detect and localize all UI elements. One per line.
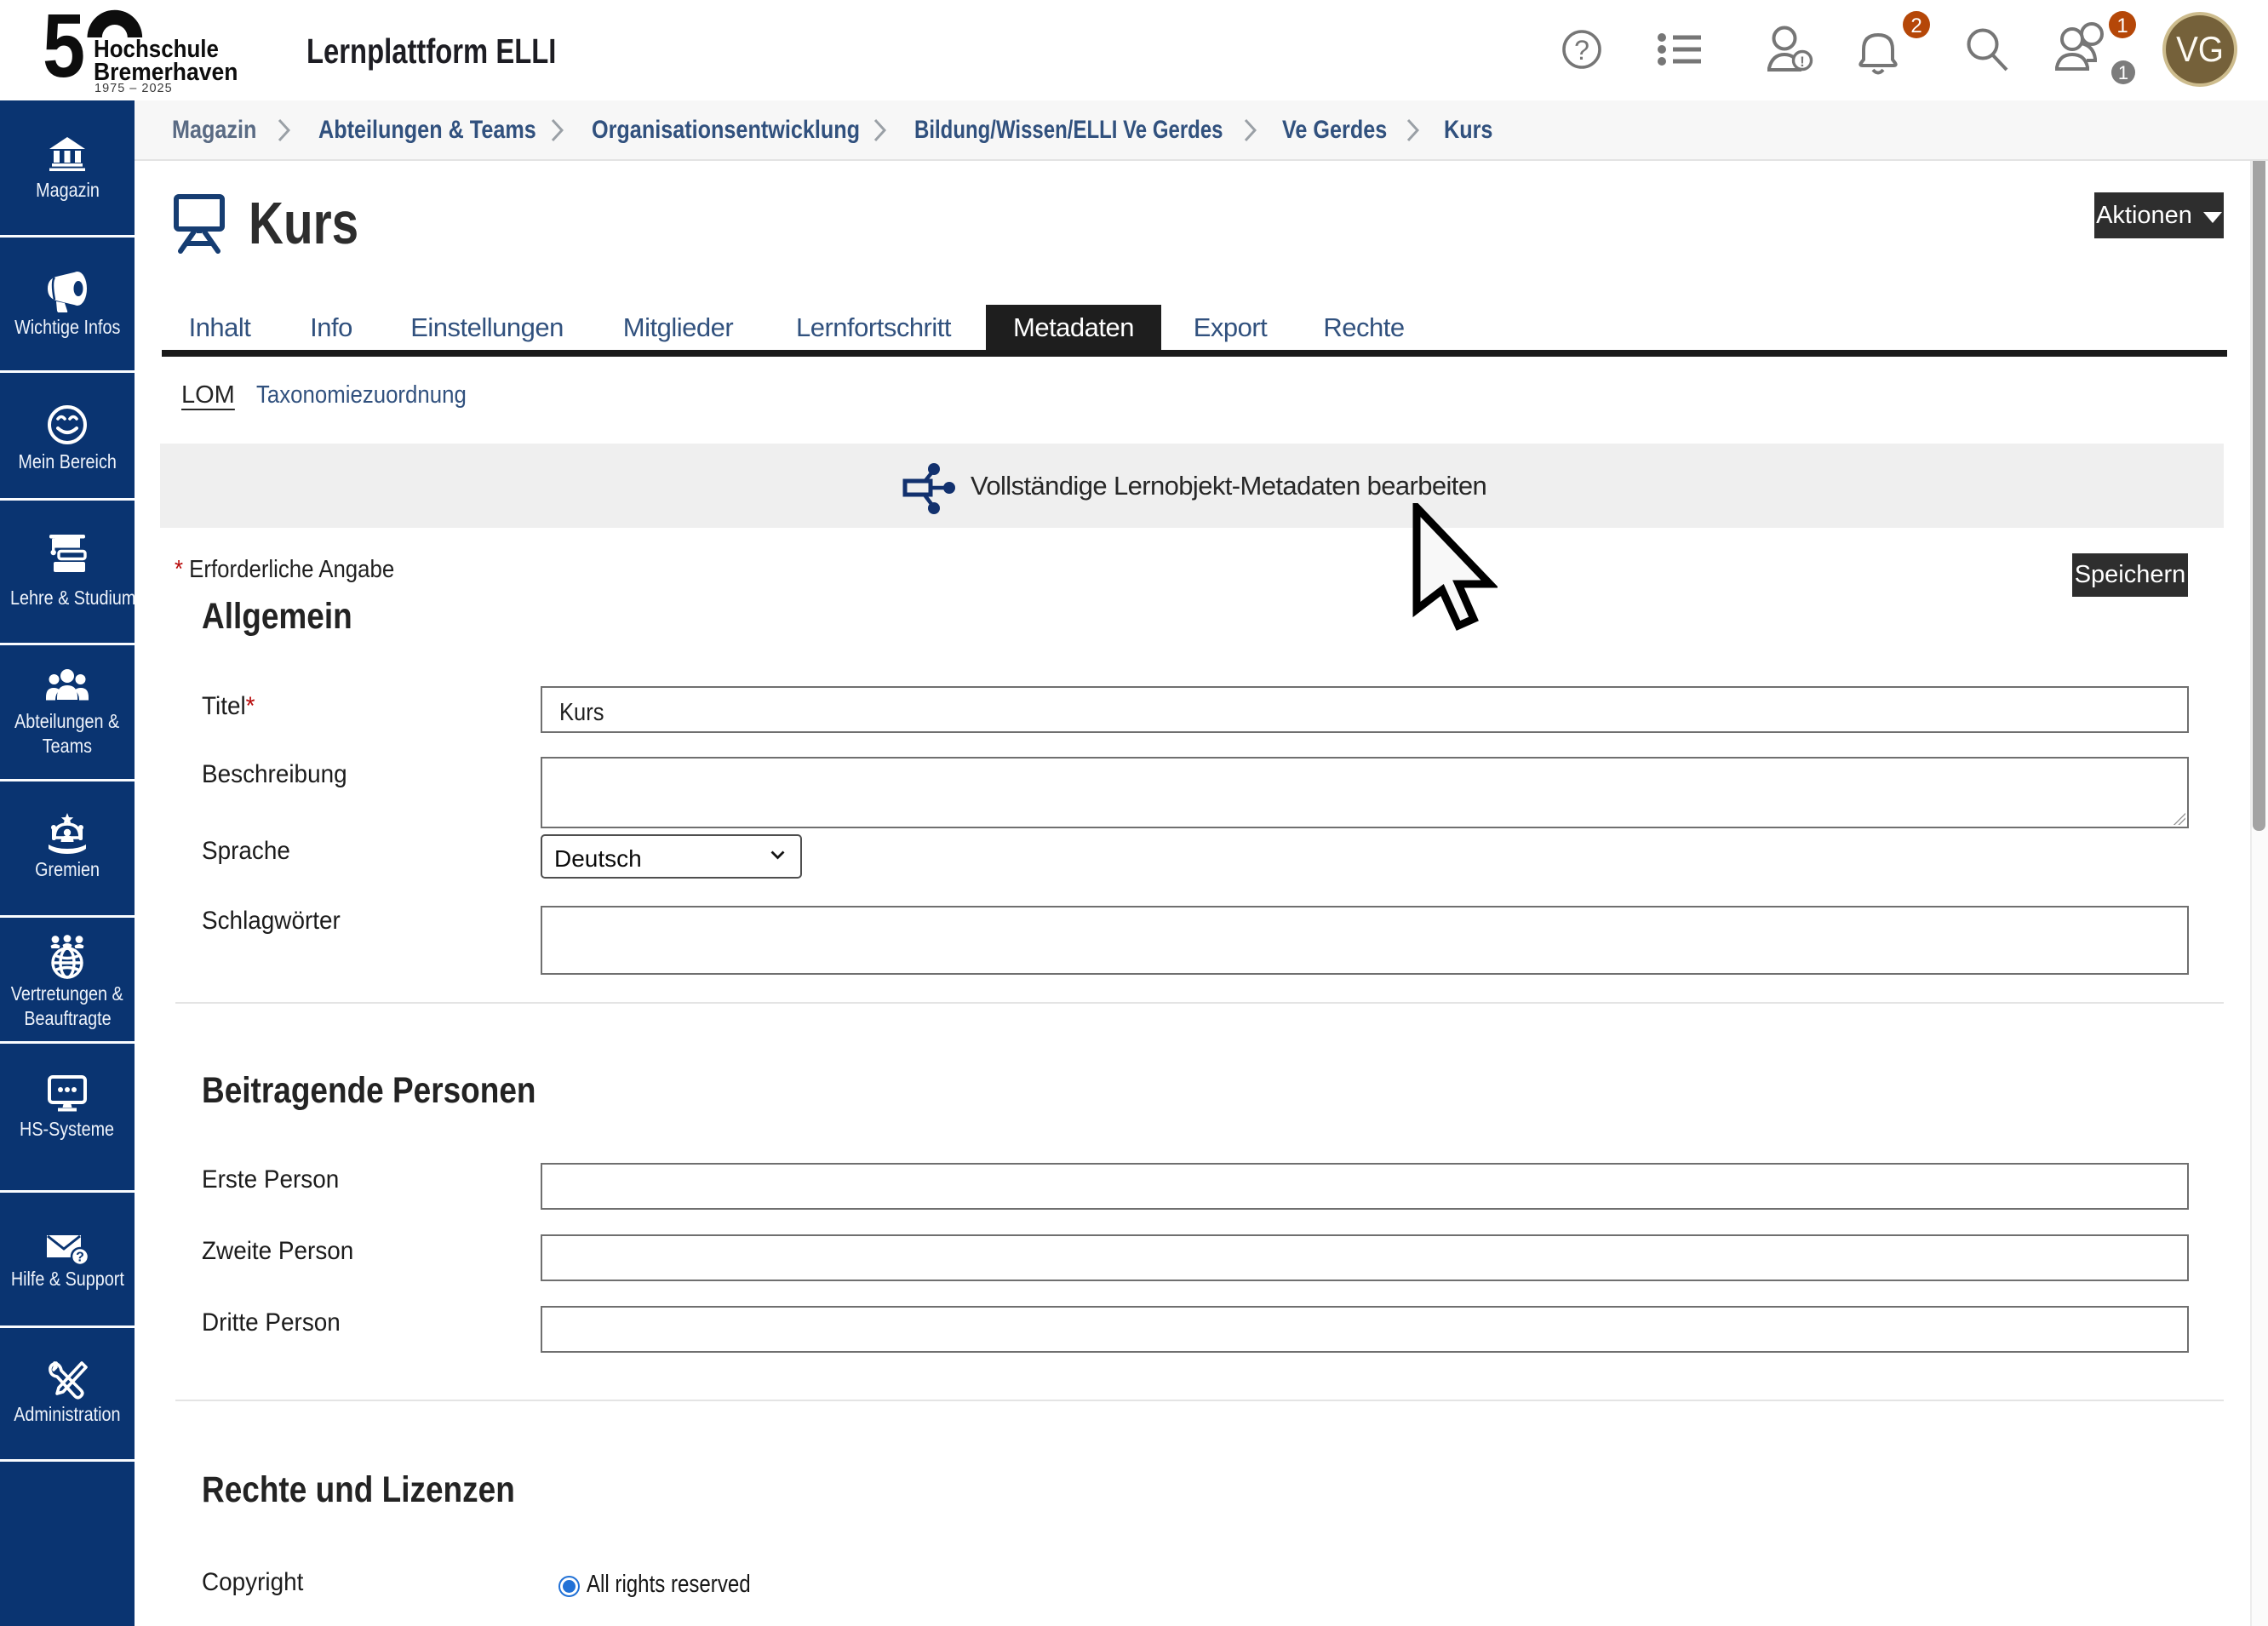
svg-text:?: ? [1574, 35, 1589, 66]
svg-text:1975 – 2025: 1975 – 2025 [94, 82, 173, 95]
svg-text:?: ? [76, 1251, 84, 1265]
svg-text:1: 1 [2118, 62, 2128, 83]
svg-text:VG: VG [2176, 28, 2224, 69]
svg-text:2: 2 [1910, 14, 1922, 37]
svg-text:1: 1 [2116, 14, 2128, 37]
svg-text:!: ! [1800, 54, 1805, 70]
svg-text:5: 5 [43, 5, 85, 96]
